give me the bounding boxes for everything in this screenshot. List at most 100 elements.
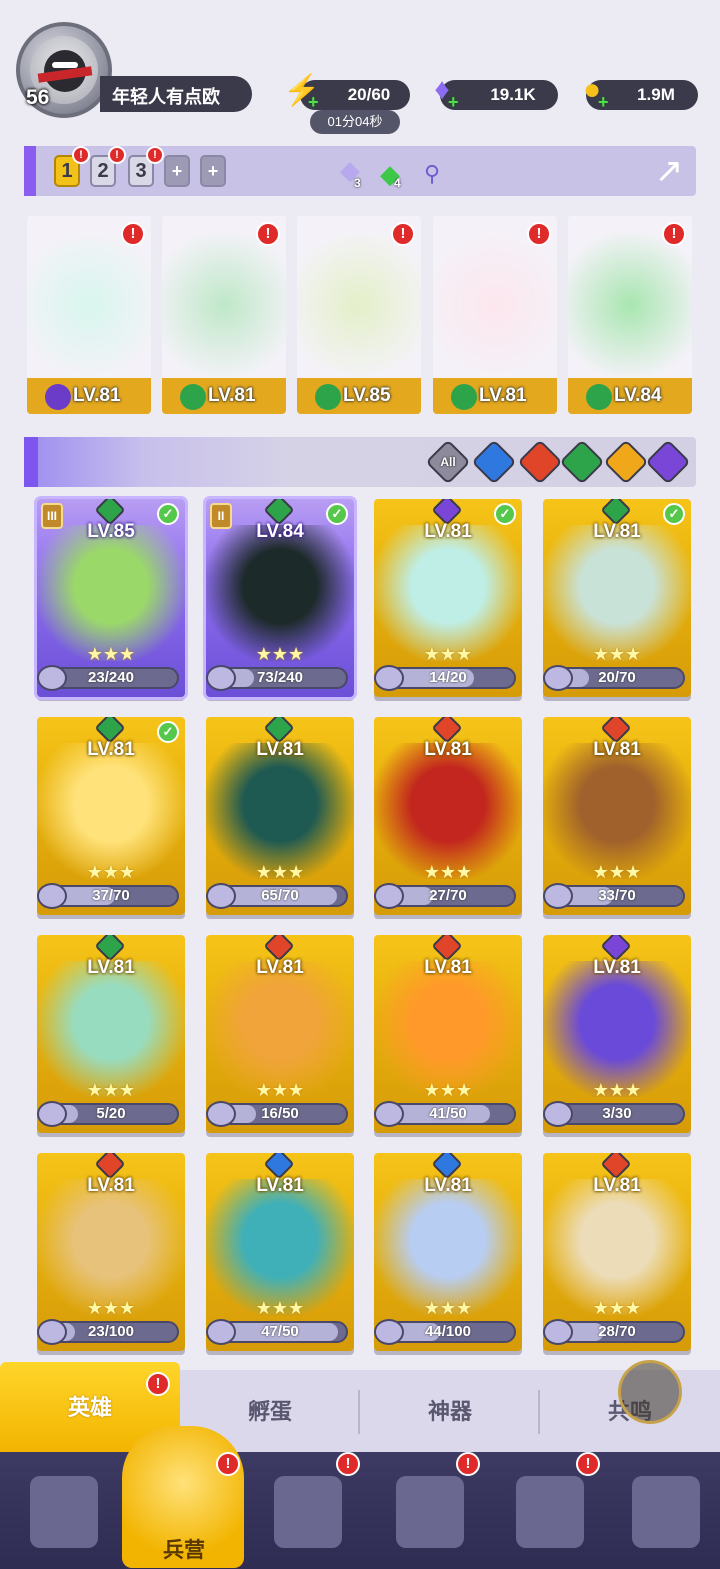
team-hero-card[interactable]: LV.81!	[433, 216, 557, 414]
team-hero-card[interactable]: LV.84!	[568, 216, 692, 414]
star-rating: ★★★	[86, 644, 136, 664]
nav-guild-icon[interactable]	[612, 1462, 712, 1562]
hero-portrait	[543, 525, 691, 661]
rank-badge: II	[210, 503, 232, 529]
alert-icon: !	[527, 222, 551, 246]
element-icon	[586, 384, 612, 410]
alert-icon: !	[108, 146, 126, 164]
alert-icon: !	[576, 1452, 600, 1476]
shard-count: 14/20	[429, 669, 467, 686]
hero-portrait	[206, 961, 354, 1097]
hero-level: LV.81	[424, 957, 472, 978]
hero-portrait	[374, 1179, 522, 1315]
star-rating: ★★★	[423, 1080, 473, 1100]
hero-card[interactable]: LV.81 ★★★ 65/70	[206, 717, 354, 915]
floating-gear-icon[interactable]	[618, 1360, 682, 1424]
hero-card[interactable]: LV.81 ★★★ 41/50	[374, 935, 522, 1133]
hero-card[interactable]: LV.81 ✓ ★★★ 20/70	[543, 499, 691, 697]
team-hero-card[interactable]: LV.81!	[162, 216, 286, 414]
shard-icon	[543, 1101, 573, 1127]
hero-card[interactable]: LV.84 ✓ II ★★★ 73/240	[206, 499, 354, 697]
filter-all-label: All	[440, 455, 456, 469]
hero-card[interactable]: LV.81 ★★★ 5/20	[37, 935, 185, 1133]
hero-level: LV.81	[593, 957, 641, 978]
alert-icon: !	[662, 222, 686, 246]
check-icon: ✓	[663, 503, 685, 525]
diamond-icon: ♦ +	[422, 70, 464, 111]
alert-icon: !	[72, 146, 90, 164]
hero-card[interactable]: LV.81 ★★★ 47/50	[206, 1153, 354, 1351]
star-rating: ★★★	[423, 862, 473, 882]
shard-count: 3/30	[602, 1105, 632, 1122]
shard-count: 16/50	[261, 1105, 299, 1122]
shard-count: 23/240	[88, 669, 134, 686]
nav-map-icon[interactable]	[254, 1462, 354, 1562]
hero-card[interactable]: LV.81 ★★★ 44/100	[374, 1153, 522, 1351]
shard-icon	[374, 1101, 404, 1127]
star-rating: ★★★	[592, 644, 642, 664]
hero-card[interactable]: LV.81 ✓ ★★★ 14/20	[374, 499, 522, 697]
search-icon[interactable]: ⚲	[414, 156, 450, 192]
add-team-button[interactable]: +	[164, 155, 190, 187]
alert-icon: !	[336, 1452, 360, 1476]
shard-icon	[206, 1319, 236, 1345]
shard-icon	[37, 665, 67, 691]
green-gem-icon[interactable]: ◆	[372, 156, 408, 192]
hero-card[interactable]: LV.81 ★★★ 28/70	[543, 1153, 691, 1351]
shard-icon	[206, 665, 236, 691]
hero-level: LV.81	[256, 1175, 304, 1196]
gold-coin-icon: ● +	[572, 70, 614, 111]
player-name-plate[interactable]: 年轻人有点欧	[100, 76, 252, 112]
nav-barracks[interactable]: 兵营	[122, 1426, 244, 1568]
tab-artifacts[interactable]: 神器	[360, 1370, 540, 1454]
energy-icon: ⚡ +	[282, 70, 324, 112]
gold-plus-icon[interactable]: +	[598, 93, 614, 111]
shard-icon	[543, 665, 573, 691]
hero-portrait	[206, 1179, 354, 1315]
shard-icon	[374, 883, 404, 909]
hero-portrait	[543, 743, 691, 879]
shard-icon	[374, 665, 404, 691]
shard-count: 27/70	[429, 887, 467, 904]
nav-castle-icon[interactable]	[376, 1462, 476, 1562]
star-rating: ★★★	[255, 644, 305, 664]
hero-card[interactable]: LV.81 ★★★ 23/100	[37, 1153, 185, 1351]
energy-plus-icon[interactable]: +	[308, 93, 324, 111]
shard-count: 28/70	[598, 1323, 636, 1340]
star-rating: ★★★	[423, 1298, 473, 1318]
hero-portrait	[206, 525, 354, 661]
team-hero-card[interactable]: LV.81!	[27, 216, 151, 414]
add-team-button[interactable]: +	[200, 155, 226, 187]
share-icon[interactable]: ↗	[648, 150, 690, 192]
hero-card[interactable]: LV.81 ★★★ 27/70	[374, 717, 522, 915]
hero-card[interactable]: LV.81 ✓ ★★★ 37/70	[37, 717, 185, 915]
hero-level: LV.81	[87, 739, 135, 760]
player-level: 56	[26, 86, 50, 109]
shard-icon	[37, 1319, 67, 1345]
nav-mushroom-icon[interactable]	[496, 1462, 596, 1562]
bottom-navigation: 兵营	[0, 1426, 720, 1569]
star-rating: ★★★	[255, 862, 305, 882]
shard-count: 33/70	[598, 887, 636, 904]
element-icon	[45, 384, 71, 410]
shard-count: 41/50	[429, 1105, 467, 1122]
nav-cards-icon[interactable]	[10, 1462, 110, 1562]
purple-gem-icon[interactable]: ◆	[332, 152, 368, 188]
sub-tab-bar: 英雄 孵蛋 神器 共鸣	[0, 1362, 720, 1454]
element-icon	[451, 384, 477, 410]
hero-card[interactable]: LV.81 ★★★ 3/30	[543, 935, 691, 1133]
hero-portrait	[374, 525, 522, 661]
hero-level: LV.81	[87, 957, 135, 978]
gold-value: 1.9M	[637, 85, 675, 104]
hero-card[interactable]: LV.81 ★★★ 33/70	[543, 717, 691, 915]
hero-level: LV.81	[593, 521, 641, 542]
energy-timer: 01分04秒	[310, 110, 400, 134]
hero-card[interactable]: LV.81 ★★★ 16/50	[206, 935, 354, 1133]
shard-count: 44/100	[425, 1323, 471, 1340]
diamond-plus-icon[interactable]: +	[448, 93, 464, 111]
shard-count: 5/20	[96, 1105, 126, 1122]
hero-level: LV.81	[593, 739, 641, 760]
team-hero-card[interactable]: LV.85!	[297, 216, 421, 414]
star-rating: ★★★	[423, 644, 473, 664]
hero-card[interactable]: LV.85 ✓ III ★★★ 23/240	[37, 499, 185, 697]
